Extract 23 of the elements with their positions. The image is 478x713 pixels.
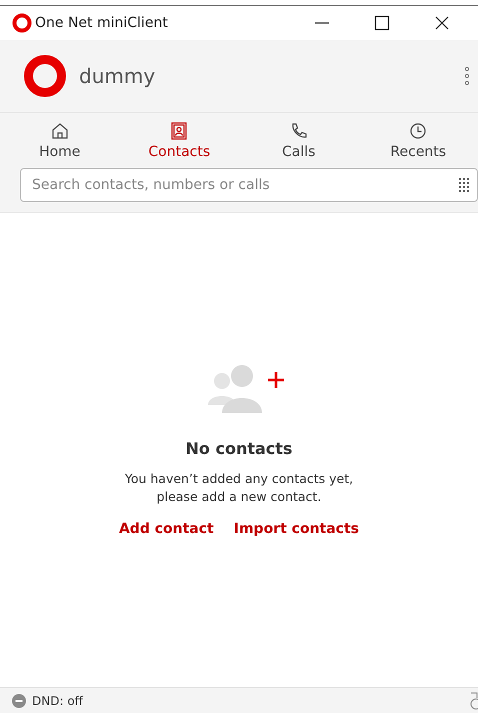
empty-title: No contacts [186, 439, 292, 458]
contact-card-icon [169, 121, 190, 141]
search-field[interactable]: Search contacts, numbers or calls [20, 168, 478, 202]
nav-tab[interactable]: Contacts [120, 121, 239, 160]
clock-icon [408, 121, 428, 141]
empty-message: You haven’t added any contacts yet, please add a new contact. [124, 470, 354, 505]
dnd-icon [12, 694, 26, 708]
more-icon[interactable] [464, 66, 470, 86]
maximize-icon [374, 15, 390, 31]
nav-tab[interactable]: Recents [358, 121, 478, 160]
dnd-status: DND: off [32, 694, 83, 708]
close-icon [434, 15, 450, 31]
dialpad-icon[interactable] [458, 177, 470, 193]
nav-tab[interactable]: Calls [239, 121, 358, 160]
minimize-icon [314, 22, 330, 24]
user-name: dummy [79, 64, 156, 88]
logo-icon [12, 13, 32, 33]
nav-tab[interactable]: Home [0, 121, 120, 160]
window-title: One Net miniClient [35, 15, 168, 31]
action-link[interactable]: Add contact [118, 521, 214, 537]
home-icon [50, 121, 70, 141]
logo-icon [23, 54, 67, 98]
action-link[interactable]: Import contacts [234, 521, 360, 537]
